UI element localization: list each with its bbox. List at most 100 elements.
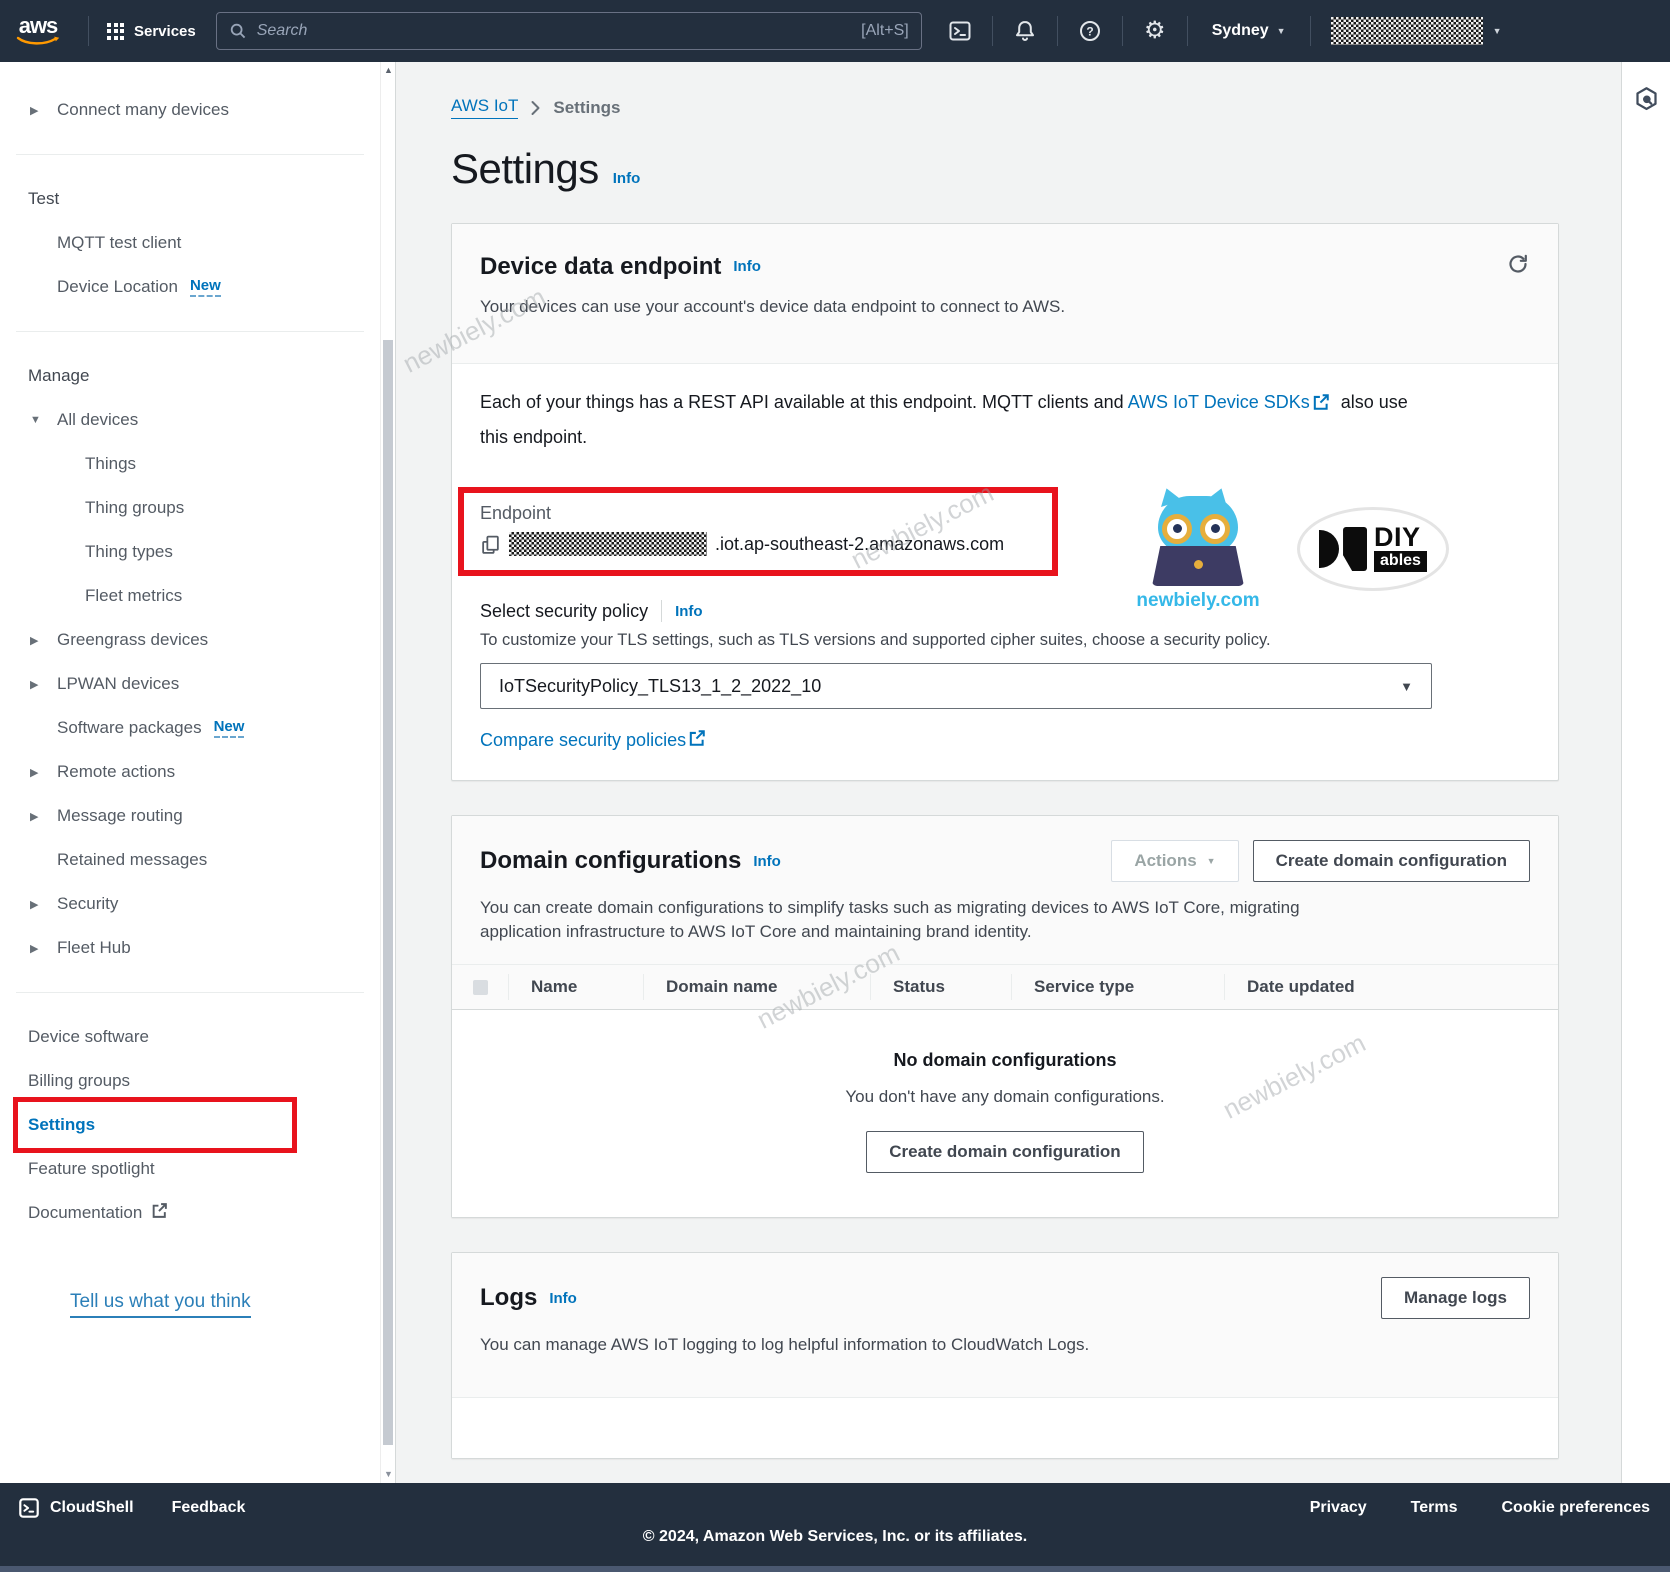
sidebar-item-remote-actions[interactable]: ▶ Remote actions xyxy=(0,750,380,794)
settings-gear-button[interactable]: ⚙ xyxy=(1133,11,1177,51)
region-selector[interactable]: Sydney ▼ xyxy=(1198,22,1300,40)
chevron-down-icon: ▼ xyxy=(1207,856,1216,866)
sidebar-item-greengrass-devices[interactable]: ▶ Greengrass devices xyxy=(0,618,380,662)
sidebar-heading-test: Test xyxy=(0,177,380,221)
sidebar-item-security[interactable]: ▶ Security xyxy=(0,882,380,926)
column-header-date-updated: Date updated xyxy=(1225,977,1558,997)
sidebar-item-message-routing[interactable]: ▶ Message routing xyxy=(0,794,380,838)
logs-info-link[interactable]: Info xyxy=(549,1290,577,1307)
sidebar-item-documentation[interactable]: Documentation xyxy=(0,1191,380,1235)
sidebar-item-label: Software packages xyxy=(57,718,202,738)
new-badge: New xyxy=(190,277,221,297)
sidebar-item-fleet-metrics[interactable]: Fleet metrics xyxy=(0,574,380,618)
endpoint-info-link[interactable]: Info xyxy=(733,258,761,275)
footer-cloudshell-button[interactable]: CloudShell xyxy=(18,1497,134,1519)
chevron-right-icon: ▶ xyxy=(30,942,44,955)
endpoint-suffix: .iot.ap-southeast-2.amazonaws.com xyxy=(715,534,1004,555)
security-policy-info-link[interactable]: Info xyxy=(675,603,703,620)
column-header-status: Status xyxy=(871,977,1011,997)
sidebar-item-label: Fleet Hub xyxy=(57,938,131,958)
topbar-divider xyxy=(1122,16,1123,46)
device-data-endpoint-card: Device data endpoint Info Your devices c… xyxy=(451,223,1559,781)
scrollbar-thumb[interactable] xyxy=(383,340,393,1445)
search-icon xyxy=(229,22,247,40)
external-link-icon xyxy=(1312,389,1330,421)
search-input[interactable] xyxy=(257,22,851,40)
sidebar-item-label: Things xyxy=(85,454,136,474)
search-shortcut-hint: [Alt+S] xyxy=(861,22,909,40)
aws-smile-icon xyxy=(16,36,60,47)
actions-button[interactable]: Actions ▼ xyxy=(1111,840,1238,882)
empty-create-domain-configuration-button[interactable]: Create domain configuration xyxy=(866,1131,1143,1173)
chevron-right-icon: ▶ xyxy=(30,898,44,911)
device-sdks-link[interactable]: AWS IoT Device SDKs xyxy=(1128,392,1310,412)
sidebar-item-billing-groups[interactable]: Billing groups xyxy=(0,1059,380,1103)
sidebar-item-feature-spotlight[interactable]: Feature spotlight xyxy=(0,1147,380,1191)
create-domain-configuration-button[interactable]: Create domain configuration xyxy=(1253,840,1530,882)
sidebar-item-settings[interactable]: Settings xyxy=(0,1103,380,1147)
chevron-right-icon: ▶ xyxy=(30,104,44,117)
topbar-divider xyxy=(1310,16,1311,46)
page-title-row: Settings Info xyxy=(451,145,1621,193)
help-button[interactable]: ? xyxy=(1068,11,1112,51)
redacted-account-name xyxy=(1331,17,1483,45)
logs-card-title: Logs xyxy=(480,1284,537,1312)
footer-terms-link[interactable]: Terms xyxy=(1411,1499,1458,1517)
sidebar-item-retained-messages[interactable]: Retained messages xyxy=(0,838,380,882)
sidebar-item-connect-many-devices[interactable]: ▶ Connect many devices xyxy=(0,88,380,132)
sidebar-item-software-packages[interactable]: Software packages New xyxy=(0,706,380,750)
endpoint-card-title: Device data endpoint xyxy=(480,253,721,281)
footer-cookie-preferences-link[interactable]: Cookie preferences xyxy=(1501,1499,1650,1517)
sidebar-scrollbar[interactable]: ▲ ▼ xyxy=(380,62,395,1483)
sidebar-item-label: Retained messages xyxy=(57,850,207,870)
tell-us-link[interactable]: Tell us what you think xyxy=(70,1291,251,1318)
topbar-divider xyxy=(88,16,89,46)
sidebar-item-label: Documentation xyxy=(28,1203,142,1223)
sidebar-item-fleet-hub[interactable]: ▶ Fleet Hub xyxy=(0,926,380,970)
sidebar-item-device-location[interactable]: Device Location New xyxy=(0,265,380,309)
select-all-checkbox[interactable] xyxy=(473,980,488,995)
footer-privacy-link[interactable]: Privacy xyxy=(1310,1499,1367,1517)
account-menu[interactable]: ▼ xyxy=(1331,17,1502,45)
refresh-button[interactable] xyxy=(1506,252,1530,281)
external-link-icon xyxy=(688,729,706,752)
services-grid-icon xyxy=(107,23,124,40)
breadcrumb: AWS IoT Settings xyxy=(451,96,1621,119)
services-menu-button[interactable]: Services xyxy=(99,23,204,40)
sidebar-item-label: Device Location xyxy=(57,277,178,297)
cloudshell-terminal-icon xyxy=(948,19,972,43)
copy-icon[interactable] xyxy=(480,534,501,555)
sidebar-item-thing-groups[interactable]: Thing groups xyxy=(0,486,380,530)
domain-table-header: Name Domain name Status Service type Dat… xyxy=(452,964,1558,1010)
global-search-box[interactable]: [Alt+S] xyxy=(216,12,922,50)
compare-policies-link[interactable]: Compare security policies xyxy=(480,729,712,752)
sidebar-item-all-devices[interactable]: ▼ All devices xyxy=(0,398,380,442)
sidebar-item-label: Greengrass devices xyxy=(57,630,208,650)
refresh-icon xyxy=(1506,252,1530,276)
sidebar-item-device-software[interactable]: Device software xyxy=(0,1015,380,1059)
sidebar-item-mqtt-test-client[interactable]: MQTT test client xyxy=(0,221,380,265)
cloudshell-button[interactable] xyxy=(938,11,982,51)
sidebar-item-label: Thing groups xyxy=(85,498,184,518)
sidebar-divider xyxy=(16,992,364,993)
page-info-link[interactable]: Info xyxy=(613,170,641,187)
endpoint-card-body: Each of your things has a REST API avail… xyxy=(452,364,1558,780)
side-panel-toggle-button[interactable] xyxy=(1633,86,1660,1483)
breadcrumb-aws-iot-link[interactable]: AWS IoT xyxy=(451,96,518,119)
manage-logs-button[interactable]: Manage logs xyxy=(1381,1277,1530,1319)
sidebar-item-thing-types[interactable]: Thing types xyxy=(0,530,380,574)
logs-card-header: Logs Info Manage logs You can manage AWS… xyxy=(452,1253,1558,1397)
notifications-button[interactable] xyxy=(1003,11,1047,51)
domain-info-link[interactable]: Info xyxy=(753,853,781,870)
aws-logo[interactable]: aws xyxy=(16,16,60,47)
scroll-down-icon[interactable]: ▼ xyxy=(383,1469,394,1479)
sidebar-item-lpwan-devices[interactable]: ▶ LPWAN devices xyxy=(0,662,380,706)
chevron-right-icon: ▶ xyxy=(30,634,44,647)
sidebar-item-label: Message routing xyxy=(57,806,183,826)
sidebar-item-things[interactable]: Things xyxy=(0,442,380,486)
scroll-up-icon[interactable]: ▲ xyxy=(383,65,394,75)
select-all-cell xyxy=(452,980,508,995)
chevron-down-icon: ▼ xyxy=(1493,26,1502,36)
security-policy-select[interactable]: IoTSecurityPolicy_TLS13_1_2_2022_10 ▼ xyxy=(480,663,1432,709)
footer-feedback-link[interactable]: Feedback xyxy=(172,1499,246,1517)
